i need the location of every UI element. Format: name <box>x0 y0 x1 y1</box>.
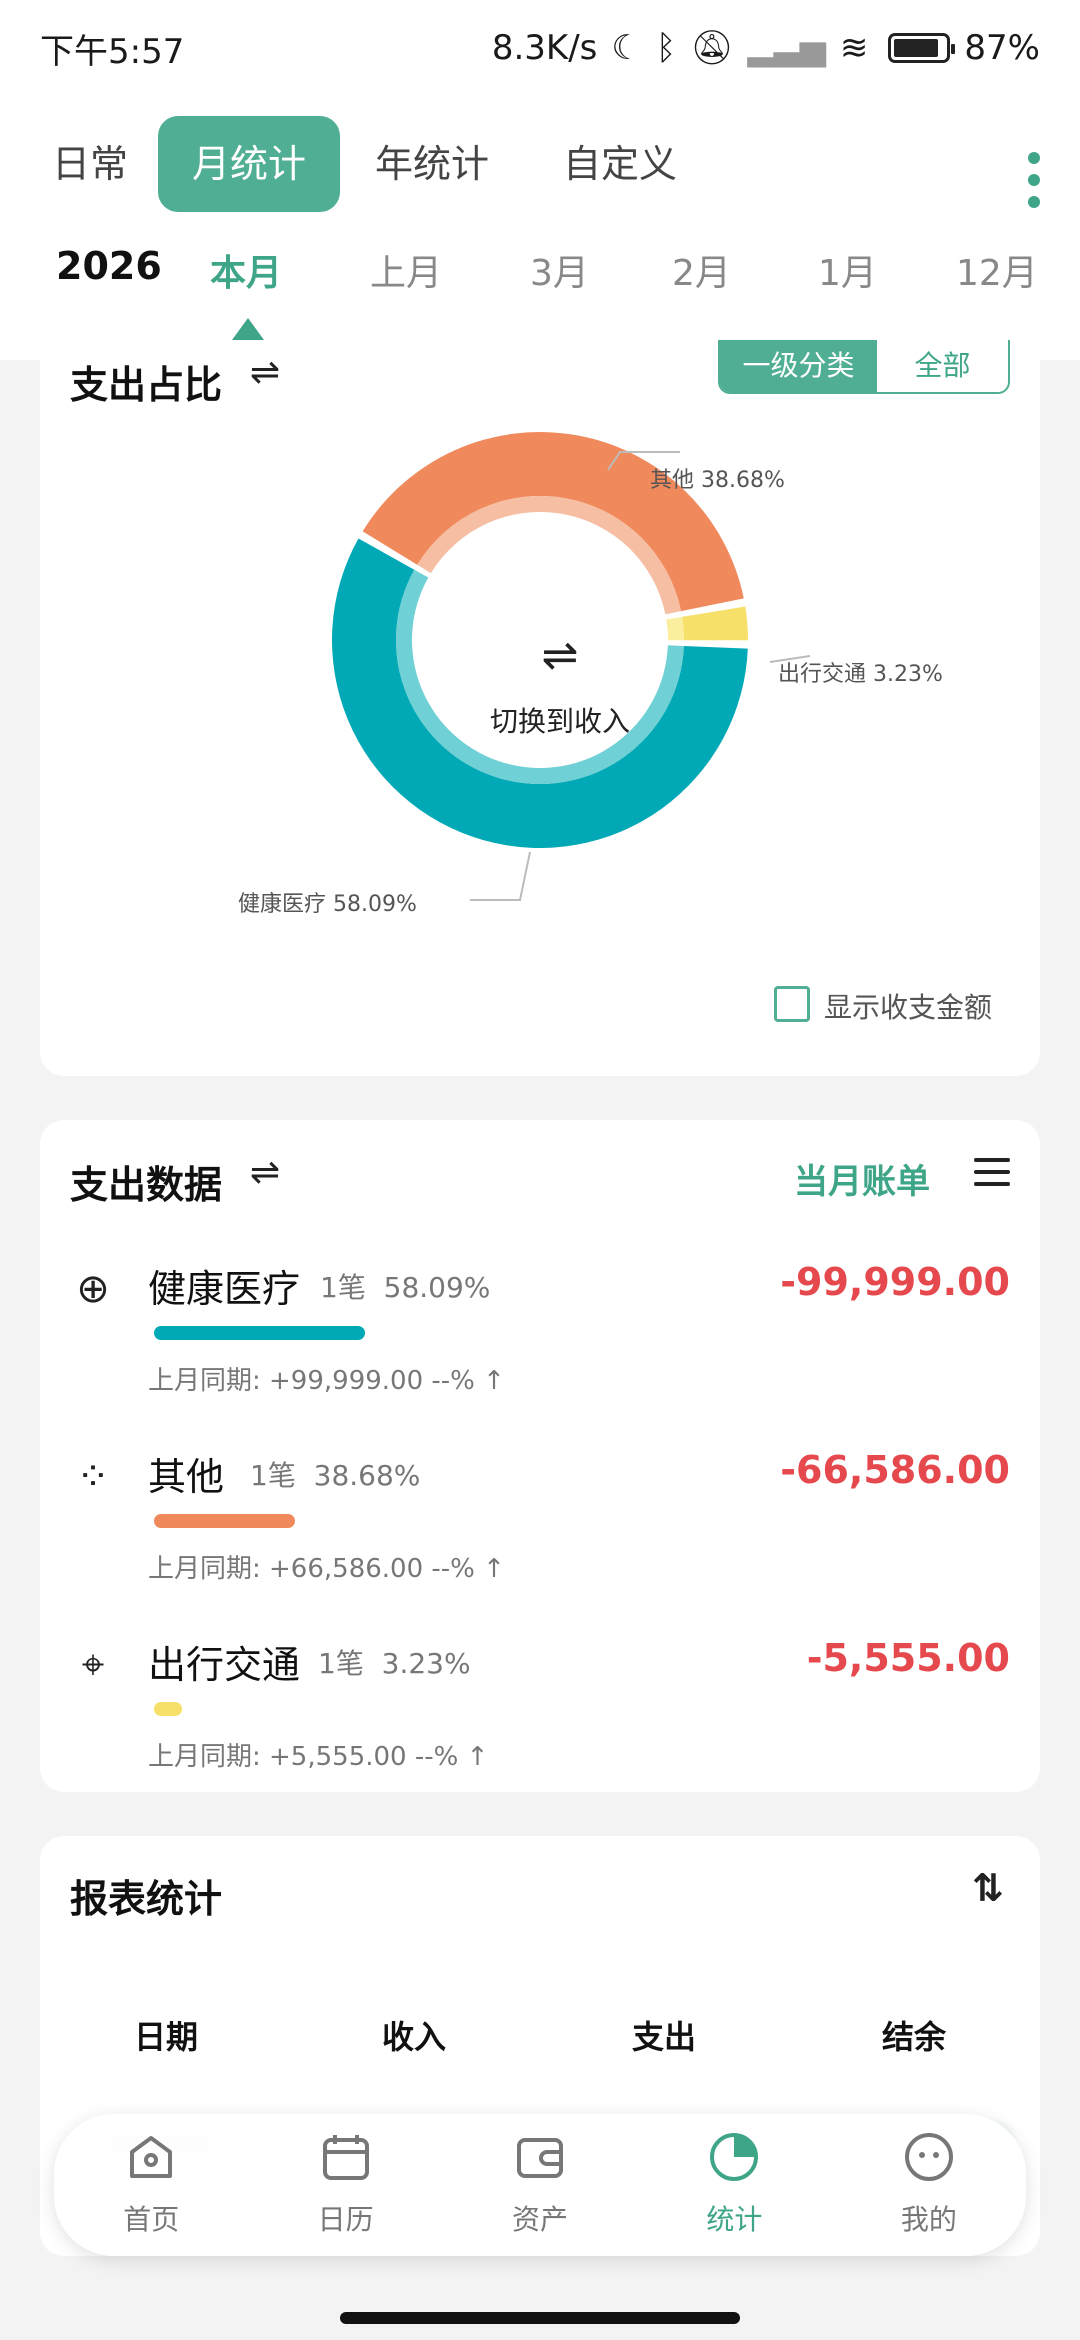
calendar-icon <box>322 2135 369 2180</box>
expense-data-title: 支出数据 <box>70 1163 223 1207</box>
month-2[interactable]: 2月 <box>672 244 731 296</box>
month-3[interactable]: 3月 <box>530 244 589 296</box>
prev-period: 上月同期: +5,555.00 --% ↑ <box>148 1742 489 1772</box>
amount: -5,555.00 <box>806 1636 1010 1680</box>
tab-yearly[interactable]: 年统计 <box>362 116 502 212</box>
label-transport: 出行交通 3.23% <box>778 662 943 687</box>
col-income: 收入 <box>381 2018 446 2056</box>
nav-home[interactable]: 首页 <box>54 2114 248 2256</box>
label-health: 健康医疗 58.09% <box>238 892 417 917</box>
prev-period: 上月同期: +99,999.00 --% ↑ <box>148 1366 505 1396</box>
medical-icon: ⊕ <box>76 1266 110 1312</box>
tab-daily[interactable]: 日常 <box>40 116 140 212</box>
ratio-bar <box>154 1326 366 1340</box>
bottom-nav: 首页 日历 资产 统计 我的 <box>54 2114 1026 2256</box>
col-date: 日期 <box>133 2018 198 2056</box>
report-title: 报表统计 <box>70 1877 223 1921</box>
signal-icon: ▂▃▅ <box>747 28 826 68</box>
col-balance: 结余 <box>881 2018 946 2056</box>
category-name: 健康医疗 <box>148 1267 301 1311</box>
month-last[interactable]: 上月 <box>370 244 442 296</box>
category-name: 其他 <box>148 1455 225 1499</box>
nav-calendar[interactable]: 日历 <box>248 2114 442 2256</box>
ratio-bar <box>154 1514 295 1528</box>
month-12[interactable]: 12月 <box>956 244 1038 296</box>
top-tabs: 日常 月统计 年统计 自定义 <box>0 116 1080 212</box>
header: 日常 月统计 年统计 自定义 2026 本月 上月 3月 2月 1月 12月 <box>0 96 1080 360</box>
month-this[interactable]: 本月 <box>210 244 282 296</box>
prev-period: 上月同期: +66,586.00 --% ↑ <box>148 1554 505 1584</box>
month-1[interactable]: 1月 <box>818 244 877 296</box>
nav-profile[interactable]: 我的 <box>832 2114 1026 2256</box>
month-selector: 2026 本月 上月 3月 2月 1月 12月 <box>0 244 1080 324</box>
net-speed: 8.3K/s <box>491 28 598 68</box>
amount: -99,999.00 <box>780 1260 1010 1304</box>
battery-percent: 87% <box>964 28 1040 68</box>
list-icon[interactable] <box>974 1158 1010 1190</box>
bluetooth-icon: ᛒ <box>655 28 677 68</box>
list-item[interactable]: ⌖ 出行交通 1笔 3.23% -5,555.00 上月同期: +5,555.0… <box>40 1620 1040 1810</box>
active-month-indicator <box>232 318 264 340</box>
count-percent: 1笔 3.23% <box>318 1647 471 1680</box>
moon-icon: ☾ <box>611 28 642 68</box>
swap-icon[interactable]: ⇌ <box>250 1152 280 1193</box>
nav-stats[interactable]: 统计 <box>637 2114 831 2256</box>
leader-line <box>470 851 531 901</box>
monthly-bill-link[interactable]: 当月账单 <box>794 1154 930 1203</box>
show-amount-label: 显示收支金额 <box>824 991 993 1024</box>
year-selector[interactable]: 2026 <box>56 244 162 288</box>
slice-出行交通[interactable] <box>682 606 748 641</box>
profile-icon <box>904 2133 953 2181</box>
status-time: 下午5:57 <box>40 31 185 72</box>
more-icon[interactable] <box>1028 152 1040 212</box>
switch-icon[interactable]: ⇌ <box>530 630 590 681</box>
home-icon <box>130 2136 173 2178</box>
tab-monthly[interactable]: 月统计 <box>158 116 340 212</box>
category-name: 出行交通 <box>148 1643 301 1687</box>
stats-icon <box>710 2133 759 2181</box>
tab-custom[interactable]: 自定义 <box>550 116 690 212</box>
apps-icon: ⁘ <box>76 1454 110 1500</box>
col-expense: 支出 <box>631 2018 696 2056</box>
label-other: 其他 38.68% <box>650 468 785 493</box>
count-percent: 1笔 58.09% <box>320 1271 491 1304</box>
show-amount-checkbox[interactable] <box>774 986 810 1022</box>
count-percent: 1笔 38.68% <box>250 1459 421 1492</box>
ratio-bar <box>154 1702 182 1716</box>
nav-assets[interactable]: 资产 <box>443 2114 637 2256</box>
mute-icon: 🔕︎ <box>690 28 734 68</box>
list-item[interactable]: ⊕ 健康医疗 1笔 58.09% -99,999.00 上月同期: +99,99… <box>40 1244 1040 1434</box>
status-bar: 下午5:57 8.3K/s ☾ ᛒ 🔕︎ ▂▃▅ ≋ 87% <box>0 0 1080 96</box>
switch-to-income[interactable]: 切换到收入 <box>460 700 660 740</box>
expense-data-card: 支出数据 ⇌ 当月账单 ⊕ 健康医疗 1笔 58.09% -99,999.00 … <box>40 1120 1040 1792</box>
amount: -66,586.00 <box>780 1448 1010 1492</box>
slice-inner-出行交通[interactable] <box>666 616 684 641</box>
expense-ratio-card: 支出占比 ⇌ 一级分类 全部 ⇌ 切换到收入 其他 38.68% 出行交通 3.… <box>40 340 1040 1076</box>
sort-icon[interactable]: ⇅ <box>972 1866 1004 1910</box>
battery-icon <box>888 33 956 63</box>
list-item[interactable]: ⁘ 其他 1笔 38.68% -66,586.00 上月同期: +66,586.… <box>40 1432 1040 1622</box>
home-indicator[interactable] <box>340 2312 740 2324</box>
wallet-icon <box>517 2138 564 2178</box>
transport-icon: ⌖ <box>81 1642 105 1688</box>
wifi-icon: ≋ <box>839 28 869 68</box>
